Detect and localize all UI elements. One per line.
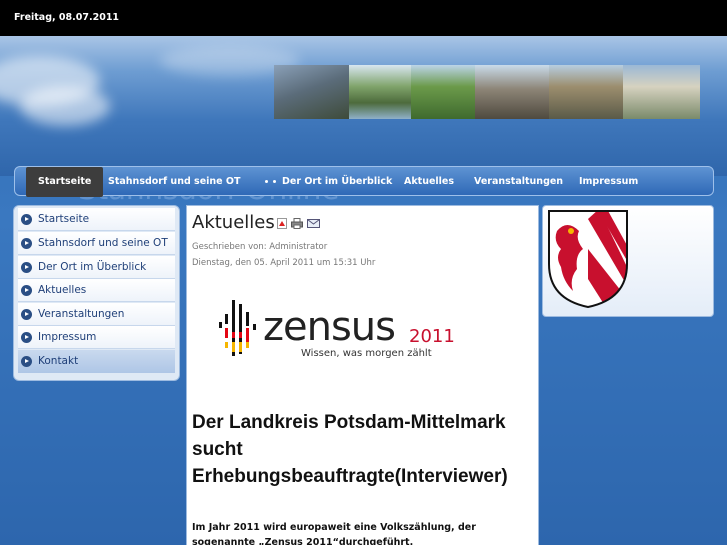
sidebar-item-label: Veranstaltungen [38, 308, 125, 320]
zensus-logo: zensus 2011 Wissen, was morgen zählt [219, 300, 455, 359]
sidebar-item-label: Aktuelles [38, 284, 87, 296]
arrow-bullet-icon [21, 309, 32, 320]
article-author: Geschrieben von: Administrator [192, 242, 328, 252]
pdf-icon[interactable] [277, 218, 287, 229]
coat-of-arms-icon [548, 210, 628, 309]
photo-street [549, 65, 623, 119]
sidebar-item-ort-ueberblick[interactable]: Der Ort im Überblick [18, 256, 175, 279]
article-headline: Der Landkreis Potsdam-Mittelmark sucht E… [192, 412, 508, 487]
arrow-bullet-icon [21, 356, 32, 367]
page-title: Aktuelles [192, 212, 275, 233]
crest-box [542, 205, 714, 317]
nav-stahnsdorf-ot[interactable]: Stahnsdorf und seine OT [108, 167, 241, 197]
photo-river [349, 65, 411, 119]
nav-startseite[interactable]: Startseite [26, 167, 104, 197]
zensus-word: zensus [263, 304, 395, 350]
current-date: Freitag, 08.07.2011 [14, 12, 120, 23]
main-content: Aktuelles Geschrieben von: Administrator… [186, 205, 539, 545]
nav-separator [273, 180, 276, 183]
sidebar-item-label: Kontakt [38, 355, 79, 367]
zensus-bars-icon [219, 300, 256, 356]
nav-aktuelles[interactable]: Aktuelles [404, 167, 454, 197]
arrow-bullet-icon [21, 332, 32, 343]
sidebar-item-startseite[interactable]: Startseite [18, 208, 175, 231]
zensus-year: 2011 [409, 326, 455, 347]
article-date: Dienstag, den 05. April 2011 um 15:31 Uh… [192, 258, 376, 268]
photo-trees [411, 65, 475, 119]
article-body: Im Jahr 2011 wird europaweit eine Volksz… [192, 522, 476, 545]
nav-ort-ueberblick[interactable]: Der Ort im Überblick [282, 167, 392, 197]
header-photo-strip [274, 65, 700, 119]
photo-houses [623, 65, 700, 119]
main-nav: Startseite Stahnsdorf und seine OT Der O… [14, 166, 714, 197]
sidebar-item-kontakt[interactable]: Kontakt [18, 350, 175, 373]
sidebar-menu: Startseite Stahnsdorf und seine OT Der O… [13, 205, 180, 381]
arrow-bullet-icon [21, 262, 32, 273]
sidebar-item-stahnsdorf-ot[interactable]: Stahnsdorf und seine OT [18, 232, 175, 255]
sidebar-item-veranstaltungen[interactable]: Veranstaltungen [18, 303, 175, 326]
sidebar-item-label: Der Ort im Überblick [38, 261, 147, 273]
sidebar-item-impressum[interactable]: Impressum [18, 326, 175, 349]
print-icon[interactable] [291, 218, 303, 229]
email-icon[interactable] [307, 218, 320, 229]
arrow-bullet-icon [21, 214, 32, 225]
nav-veranstaltungen[interactable]: Veranstaltungen [474, 167, 563, 197]
photo-villa [475, 65, 549, 119]
arrow-bullet-icon [21, 238, 32, 249]
top-bar: Freitag, 08.07.2011 [0, 0, 727, 36]
sidebar-item-label: Startseite [38, 213, 90, 225]
sidebar-item-aktuelles[interactable]: Aktuelles [18, 279, 175, 302]
photo-building [274, 65, 349, 119]
zensus-tagline: Wissen, was morgen zählt [301, 348, 432, 359]
sidebar-item-label: Stahnsdorf und seine OT [38, 237, 168, 249]
nav-impressum[interactable]: Impressum [579, 167, 638, 197]
sidebar-item-label: Impressum [38, 331, 97, 343]
nav-separator [265, 180, 268, 183]
arrow-bullet-icon [21, 285, 32, 296]
